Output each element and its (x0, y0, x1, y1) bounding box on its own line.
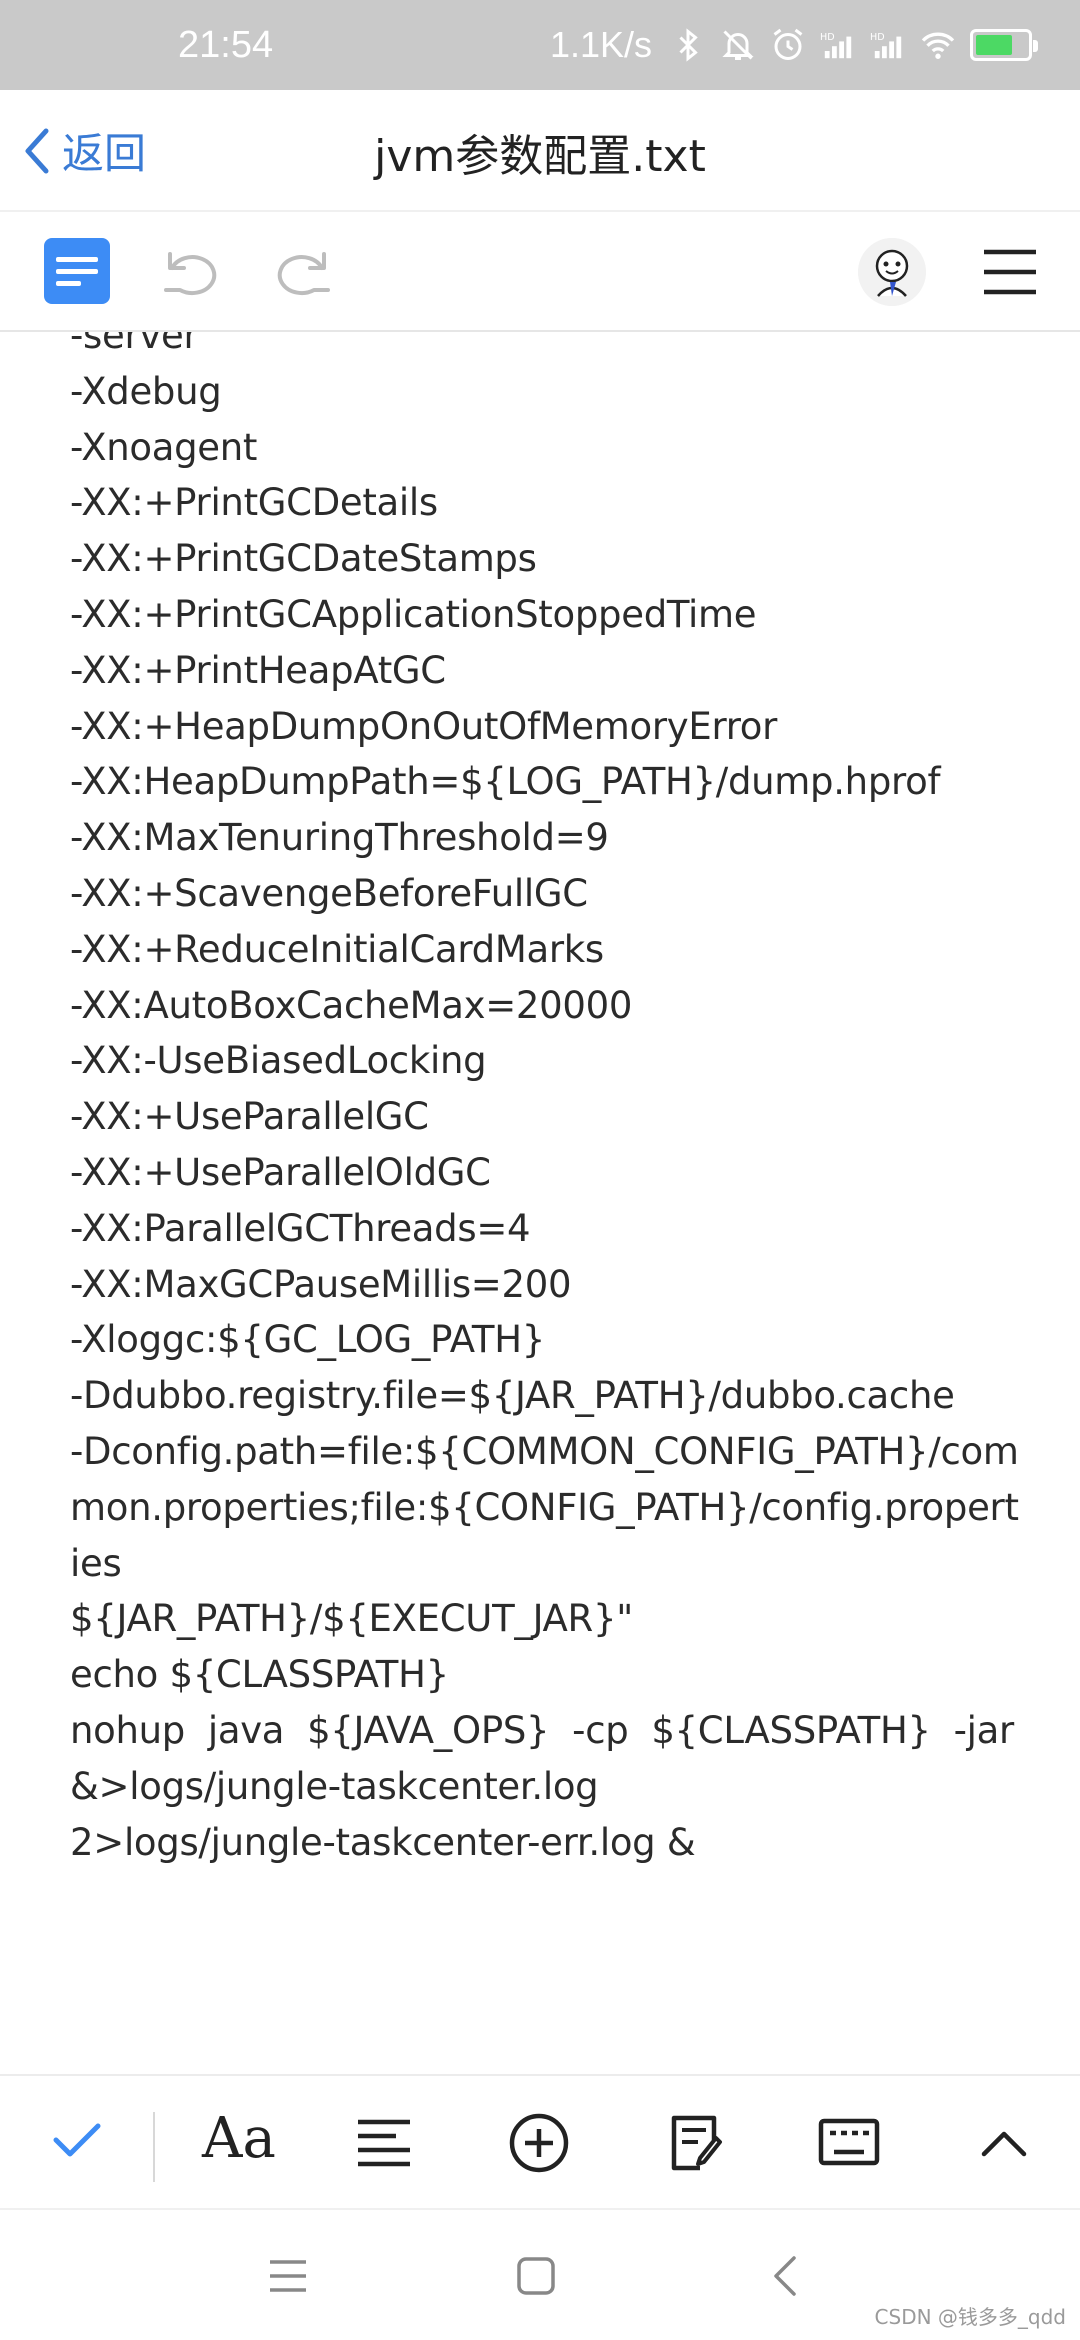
text-word: ${CLASSPATH} (651, 1708, 931, 1752)
page-title: jvm参数配置.txt (374, 131, 706, 182)
watermark: CSDN @钱多多_qdd (874, 2305, 1066, 2329)
text-word: java (207, 1708, 285, 1752)
status-bar: 21:54 1.1K/s HD HD (0, 0, 1080, 90)
home-icon[interactable] (516, 2256, 556, 2296)
hd-signal-icon: HD (820, 32, 852, 59)
text-line: nohup java ${JAVA_OPS} -cp ${CLASSPATH} -jar (70, 1703, 1014, 1759)
text-line: -XX:+PrintGCDetails (70, 481, 438, 525)
menu-icon[interactable] (982, 246, 1038, 298)
battery-charging-icon (970, 29, 1038, 61)
text-line: -XX:+UseParallelOldGC (70, 1150, 491, 1194)
bottom-toolbar: Aa (0, 2074, 1080, 2208)
text-lines: -server -Xdebug -Xnoagent -XX:+PrintGCDetai… (70, 332, 1019, 1870)
text-line: ${JAR_PATH}/${EXECUT_JAR}" (70, 1597, 633, 1641)
hd-signal-icon: HD (870, 32, 902, 59)
text-line: -server (70, 332, 199, 357)
net-speed: 1.1K/s (549, 24, 652, 65)
text-line: -XX:+PrintGCDateStamps (70, 537, 537, 581)
mute-icon (722, 30, 754, 60)
text-line: -Xdebug (70, 369, 222, 413)
redo-icon[interactable] (270, 240, 334, 304)
text-content[interactable]: -server -Xdebug -Xnoagent -XX:+PrintGCDetai… (0, 332, 1080, 2074)
status-time: 21:54 (178, 23, 274, 66)
recent-apps-icon[interactable] (268, 2258, 308, 2294)
text-line: -Xnoagent (70, 425, 258, 469)
font-icon[interactable]: Aa (202, 2106, 276, 2171)
add-circle-icon[interactable] (508, 2112, 570, 2174)
text-line: mon.properties;file:${CONFIG_PATH}/confi… (70, 1485, 1019, 1529)
text-word: -cp (572, 1708, 629, 1752)
text-line: -Ddubbo.registry.file=${JAR_PATH}/dubbo.… (70, 1374, 955, 1418)
svg-text:HD: HD (870, 32, 885, 43)
text-line: -XX:MaxTenuringThreshold=9 (70, 816, 609, 860)
text-word: nohup (70, 1708, 185, 1752)
editor-toolbar (0, 212, 1080, 332)
text-line: ies (70, 1541, 122, 1585)
check-icon[interactable] (52, 2120, 102, 2160)
text-line: echo ${CLASSPATH} (70, 1653, 449, 1697)
text-line: -XX:+PrintGCApplicationStoppedTime (70, 592, 757, 636)
title-bar: 返回 jvm参数配置.txt (0, 90, 1080, 212)
edit-note-icon[interactable] (668, 2114, 726, 2172)
toolbar-divider (153, 2112, 155, 2182)
text-line: -XX:+UseParallelGC (70, 1095, 429, 1139)
wifi-icon (921, 32, 955, 59)
text-line: -XX:-UseBiasedLocking (70, 1039, 487, 1083)
text-line: -XX:+PrintHeapAtGC (70, 648, 446, 692)
text-line: -XX:+ScavengeBeforeFullGC (70, 871, 588, 915)
text-line: -XX:ParallelGCThreads=4 (70, 1206, 531, 1250)
text-line: -XX:+HeapDumpOnOutOfMemoryError (70, 704, 778, 748)
document-icon[interactable] (44, 238, 110, 304)
text-line: 2>logs/jungle-taskcenter-err.log & (70, 1820, 696, 1864)
text-line: -XX:MaxGCPauseMillis=200 (70, 1262, 572, 1306)
alarm-icon (773, 28, 803, 60)
align-left-icon[interactable] (356, 2118, 412, 2170)
text-word: ${JAVA_OPS} (307, 1708, 550, 1752)
status-icons: 1.1K/s HD HD (549, 24, 1038, 66)
text-line: -XX:HeapDumpPath=${LOG_PATH}/dump.hprof (70, 760, 941, 804)
chevron-up-icon[interactable] (980, 2128, 1028, 2158)
avatar-icon[interactable] (858, 238, 926, 306)
text-line: -Dconfig.path=file:${COMMON_CONFIG_PATH}… (70, 1429, 1019, 1473)
bluetooth-icon (679, 28, 698, 62)
text-line: -XX:AutoBoxCacheMax=20000 (70, 983, 633, 1027)
svg-text:HD: HD (820, 32, 835, 43)
back-icon[interactable] (772, 2254, 798, 2298)
text-line: -Xloggc:${GC_LOG_PATH} (70, 1318, 545, 1362)
text-word: -jar (953, 1708, 1015, 1752)
text-line: -XX:+ReduceInitialCardMarks (70, 927, 604, 971)
system-nav-bar: CSDN @钱多多_qdd (0, 2208, 1080, 2340)
undo-icon[interactable] (160, 240, 224, 304)
text-line: &>logs/jungle-taskcenter.log (70, 1764, 599, 1808)
keyboard-icon[interactable] (818, 2118, 880, 2166)
